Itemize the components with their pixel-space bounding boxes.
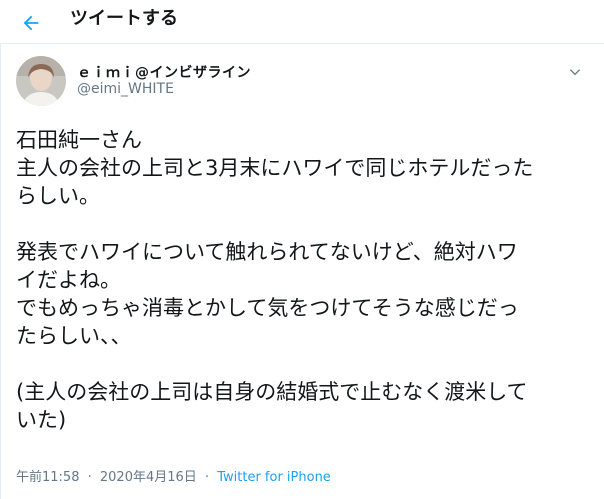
arrow-left-icon xyxy=(23,15,39,31)
more-options-button[interactable] xyxy=(563,60,587,84)
tweet-text: 石田純一さん 主人の会社の上司と3月末にハワイで同じホテルだった らしい。 発表… xyxy=(16,126,598,434)
avatar[interactable] xyxy=(16,56,66,106)
tweet-text-line: 発表でハワイについて触れられてないけど、絶対ハワ xyxy=(16,240,518,264)
chevron-down-icon xyxy=(569,69,581,76)
tweet-text-line: いた) xyxy=(16,408,67,432)
top-bar: ツイートする xyxy=(0,0,604,44)
tweet-text-line: でもめっちゃ消毒とかして気をつけてそうな感じだっ xyxy=(16,296,519,320)
page-title: ツイートする xyxy=(70,8,178,29)
tweet-text-line: たらしい、、 xyxy=(16,324,132,348)
user-handle[interactable]: @eimi_WHITE xyxy=(77,81,174,97)
tweet-text-line: 石田純一さん xyxy=(16,128,142,152)
tweet-source-link[interactable]: Twitter for iPhone xyxy=(217,470,331,485)
tweet-text-line xyxy=(16,350,598,378)
tweet-text-line: イだよね。 xyxy=(16,268,121,292)
tweet-time[interactable]: 午前11:58 xyxy=(16,470,79,485)
tweet-text-line: らしい。 xyxy=(16,184,100,208)
separator: · xyxy=(87,470,92,485)
tweet: ｅｉｍｉ@インビザライン @eimi_WHITE 石田純一さん 主人の会社の上司… xyxy=(0,44,604,499)
separator: · xyxy=(204,470,210,485)
tweet-date[interactable]: 2020年4月16日 xyxy=(100,470,197,485)
tweet-text-line: 主人の会社の上司と3月末にハワイで同じホテルだった xyxy=(16,156,534,180)
tweet-text-line xyxy=(16,210,598,238)
display-name[interactable]: ｅｉｍｉ@インビザライン xyxy=(77,62,251,82)
tweet-metadata: 午前11:58 · 2020年4月16日 · Twitter for iPhon… xyxy=(16,466,331,485)
back-button[interactable] xyxy=(14,6,48,40)
tweet-text-line: (主人の会社の上司は自身の結婚式で止むなく渡米して xyxy=(16,380,528,404)
